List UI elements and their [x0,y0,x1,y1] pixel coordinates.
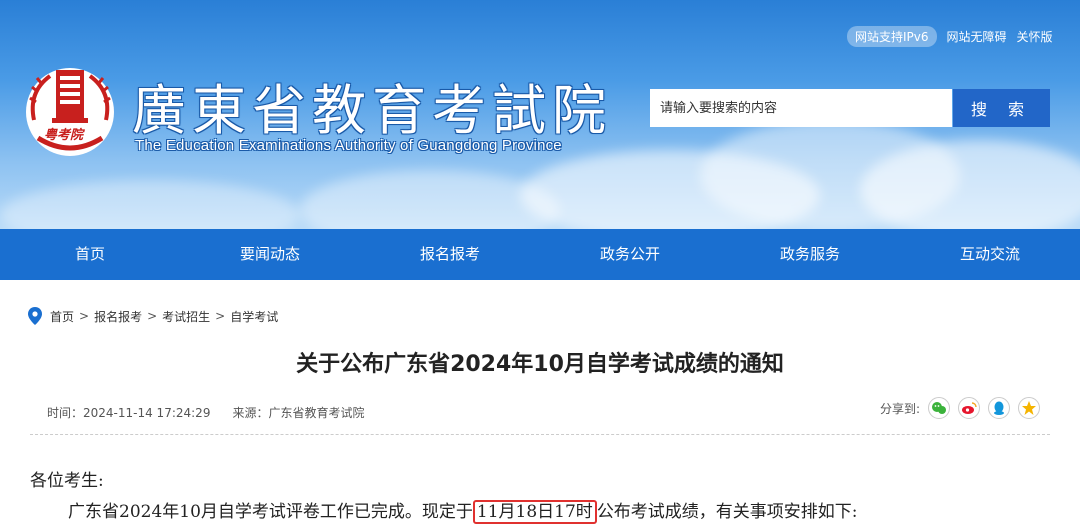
search-input[interactable] [650,89,952,127]
ipv6-badge: 网站支持IPv6 [847,26,937,47]
site-title: 廣東省教育考試院 [132,79,612,142]
breadcrumb-separator: > [215,309,226,323]
header-banner: 粤考院 廣東省教育考試院 The Education Examinations … [0,0,1080,229]
highlighted-date: 11月18日17时 [472,500,597,524]
weibo-icon[interactable] [958,397,981,419]
search-button[interactable]: 搜 索 [953,89,1050,127]
wechat-icon[interactable] [928,397,951,419]
breadcrumb-exams[interactable]: 考试招生 [162,308,210,325]
location-pin-icon [28,307,42,325]
site-subtitle: The Education Examinations Authority of … [135,137,562,154]
article-greeting: 各位考生: [30,471,104,491]
qzone-icon[interactable] [1018,397,1041,419]
nav-item-interaction[interactable]: 互动交流 [900,229,1080,280]
elderly-mode-link[interactable]: 关怀版 [1017,28,1053,45]
article-source: 来源：广东省教育考试院 [232,406,365,420]
article-title: 关于公布广东省2024年10月自学考试成绩的通知 [296,352,784,377]
nav-item-registration[interactable]: 报名报考 [360,229,540,280]
breadcrumb-separator: > [147,309,158,323]
logo-text: 粤考院 [44,128,84,143]
share-bar: 分享到: [880,397,1041,419]
breadcrumb-registration[interactable]: 报名报考 [94,308,142,325]
divider [30,434,1050,435]
article-meta: 时间：2024-11-14 17:24:29 来源：广东省教育考试院 [47,404,364,421]
breadcrumb-self-study[interactable]: 自学考试 [230,308,278,325]
body-text-after: 公布考试成绩，有关事项安排如下: [596,502,858,522]
nav-item-services[interactable]: 政务服务 [720,229,900,280]
nav-item-news[interactable]: 要闻动态 [180,229,360,280]
article-body-paragraph: 广东省2024年10月自学考试评卷工作已完成。现定于 11月18日17时 公布考试成… [68,497,858,524]
top-links: 网站支持IPv6 网站无障碍 关怀版 [847,26,1053,47]
nav-item-public-affairs[interactable]: 政务公开 [540,229,720,280]
breadcrumb: 首页 > 报名报考 > 考试招生 > 自学考试 [28,307,278,325]
main-nav: 首页 要闻动态 报名报考 政务公开 政务服务 互动交流 [0,229,1080,280]
publish-time: 时间：2024-11-14 17:24:29 [47,406,211,420]
accessibility-link[interactable]: 网站无障碍 [947,28,1007,45]
breadcrumb-home[interactable]: 首页 [50,308,74,325]
emblem-icon [26,68,114,156]
site-logo[interactable]: 粤考院 [22,62,118,158]
share-label: 分享到: [880,401,921,416]
nav-item-home[interactable]: 首页 [0,229,180,280]
body-text-before: 广东省2024年10月自学考试评卷工作已完成。现定于 [68,502,473,522]
qq-icon[interactable] [988,397,1011,419]
breadcrumb-separator: > [79,309,90,323]
